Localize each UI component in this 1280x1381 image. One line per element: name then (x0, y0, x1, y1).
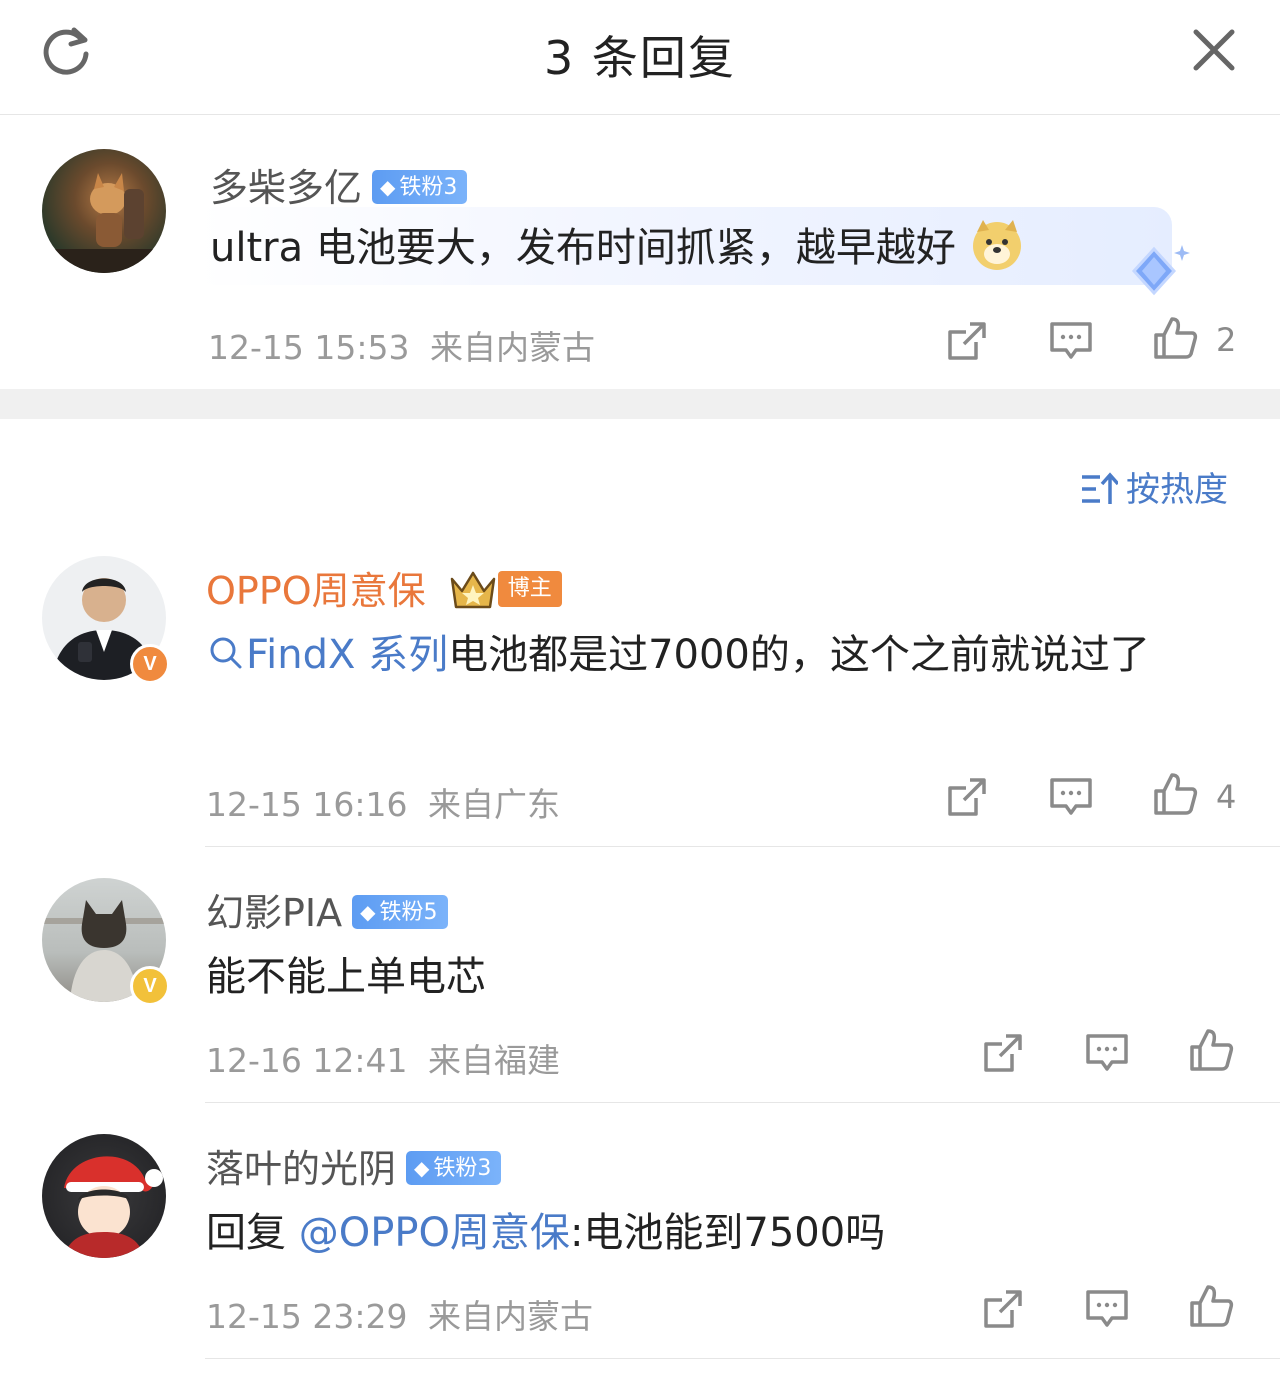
fan-badge: ◆ 铁粉3 (372, 169, 468, 204)
topic-link-text[interactable]: FindX 系列 (246, 632, 448, 678)
share-icon[interactable] (980, 1286, 1026, 1332)
root-comment: 多柴多亿 ◆ 铁粉3 ultra 电池要大，发布时间抓紧，越早越好 12-15 15… (0, 115, 1280, 389)
reply-header: 3 条回复 (0, 0, 1280, 115)
reply-time: 12-15 23:29 (206, 1297, 408, 1336)
fan-badge-label: 铁粉5 (379, 899, 438, 925)
share-icon[interactable] (944, 774, 990, 820)
reply-text-content: 电池都是过7000的，这个之前就说过了 (448, 632, 1150, 678)
verified-badge: V (130, 966, 170, 1006)
reply-text-content: :电池能到7500吗 (569, 1210, 886, 1256)
page-title: 3 条回复 (544, 31, 736, 85)
username-text[interactable]: OPPO周意保 (206, 569, 426, 613)
username[interactable]: 幻影PIA ◆ 铁粉5 (206, 882, 448, 937)
comment-text[interactable]: ultra 电池要大，发布时间抓紧，越早越好 (210, 215, 1025, 281)
reply-meta: 12-16 12:41 来自福建 (206, 1034, 560, 1082)
verified-badge: V (130, 644, 170, 684)
username[interactable]: 落叶的光阴 ◆ 铁粉3 (206, 1138, 502, 1193)
reply-prefix: 回复 (206, 1210, 286, 1256)
sort-label: 按热度 (1126, 470, 1228, 510)
sort-icon (1082, 471, 1120, 504)
comment-text-content: ultra 电池要大，发布时间抓紧，越早越好 (210, 225, 956, 271)
like-count: 4 (1216, 778, 1237, 816)
comment-location: 来自内蒙古 (429, 328, 595, 367)
avatar-image (64, 1156, 163, 1258)
doge-emoji-icon (972, 220, 1021, 270)
fan-badge-label: 铁粉3 (399, 174, 458, 200)
comment-meta: 12-15 15:53 来自内蒙古 (208, 321, 595, 369)
reply-text[interactable]: 回复 @OPPO周意保:电池能到7500吗 (206, 1200, 885, 1266)
reply-meta: 12-15 16:16 来自广东 (206, 778, 560, 826)
comment-time: 12-15 15:53 (208, 328, 410, 367)
reply-text[interactable]: 能不能上单电芯 (206, 944, 486, 1010)
diamond-icon: ◆ (414, 1155, 430, 1180)
sort-button[interactable]: 按热度 (1080, 462, 1228, 511)
reply-location: 来自内蒙古 (427, 1297, 593, 1336)
username[interactable]: 多柴多亿 ◆ 铁粉3 (210, 157, 468, 212)
avatar[interactable] (42, 1134, 166, 1258)
divider (205, 1358, 1280, 1359)
reply-location: 来自福建 (427, 1041, 560, 1080)
blogger-badge: 博主 (497, 570, 562, 607)
crown-icon (450, 571, 495, 608)
fan-badge: ◆ 铁粉5 (352, 894, 448, 929)
comment-icon[interactable] (1084, 1286, 1130, 1332)
diamond-icon: ◆ (360, 899, 376, 924)
like-icon[interactable] (1152, 771, 1198, 817)
reply-time: 12-15 16:16 (206, 785, 408, 824)
username-text[interactable]: 幻影PIA (206, 891, 342, 935)
reply-text-content: 能不能上单电芯 (206, 954, 486, 1000)
username[interactable]: OPPO周意保 博主 (206, 560, 562, 615)
username-text[interactable]: 多柴多亿 (210, 166, 362, 210)
topic-link[interactable]: FindX 系列 (206, 632, 448, 678)
section-separator (0, 389, 1280, 419)
search-icon (210, 637, 242, 669)
like-icon[interactable] (1188, 1283, 1234, 1329)
reply-text[interactable]: FindX 系列电池都是过7000的，这个之前就说过了 (206, 622, 1216, 688)
comment-icon[interactable] (1048, 318, 1094, 364)
divider (205, 1102, 1280, 1103)
mention-link[interactable]: @OPPO周意保 (299, 1210, 570, 1256)
avatar[interactable] (42, 149, 166, 273)
like-icon[interactable] (1188, 1027, 1234, 1073)
sparkle-diamond-icon (1131, 245, 1190, 296)
share-icon[interactable] (980, 1030, 1026, 1076)
username-text[interactable]: 落叶的光阴 (206, 1147, 396, 1191)
reply-time: 12-16 12:41 (206, 1041, 408, 1080)
avatar-image (42, 173, 166, 273)
fan-badge: ◆ 铁粉3 (406, 1150, 502, 1185)
divider (205, 846, 1280, 847)
share-icon[interactable] (944, 318, 990, 364)
reply-meta: 12-15 23:29 来自内蒙古 (206, 1290, 593, 1338)
close-icon[interactable] (1188, 24, 1240, 76)
comment-icon[interactable] (1048, 774, 1094, 820)
comment-icon[interactable] (1084, 1030, 1130, 1076)
fan-badge-label: 铁粉3 (433, 1155, 492, 1181)
diamond-icon: ◆ (380, 174, 396, 199)
reply-location: 来自广东 (427, 785, 560, 824)
like-icon[interactable] (1152, 315, 1198, 361)
like-count: 2 (1216, 321, 1237, 359)
